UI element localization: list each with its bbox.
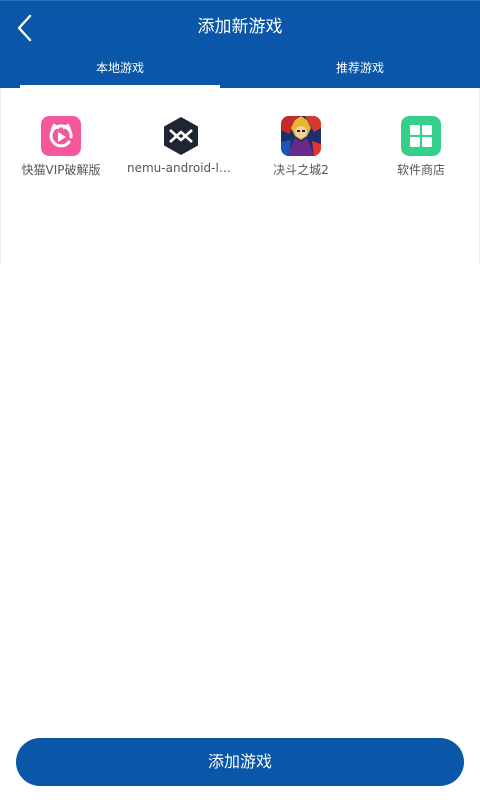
add-game-button[interactable]: 添加游戏	[16, 738, 464, 786]
game-name: 软件商店	[396, 163, 445, 177]
game-name: 快猫VIP破解版	[21, 163, 101, 177]
game-name: nemu-android-laun...	[127, 161, 241, 175]
game-item[interactable]: 决斗之城2	[241, 114, 361, 184]
tab-label: 本地游戏	[95, 61, 144, 75]
game-item[interactable]: nemu-android-laun...	[121, 114, 241, 184]
game-name: 决斗之城2	[273, 163, 329, 177]
tab-recommended-games[interactable]: 推荐游戏	[260, 57, 460, 87]
game-item[interactable]: 软件商店	[361, 114, 480, 184]
local-games-grid: 快猫VIP破解版 nemu-android-laun... 决斗之城2 软件商店	[0, 88, 480, 264]
nemu-launcher-icon	[161, 116, 201, 156]
duel-links-icon	[281, 116, 321, 156]
kuaimao-cat-icon	[41, 116, 81, 156]
game-item[interactable]: 快猫VIP破解版	[1, 114, 121, 184]
tab-label: 推荐游戏	[335, 61, 384, 75]
page-title: 添加新游戏	[197, 17, 283, 37]
tab-local-games[interactable]: 本地游戏	[20, 57, 220, 87]
header-bar: 添加新游戏 本地游戏 推荐游戏	[0, 0, 480, 88]
app-store-icon	[401, 116, 441, 156]
